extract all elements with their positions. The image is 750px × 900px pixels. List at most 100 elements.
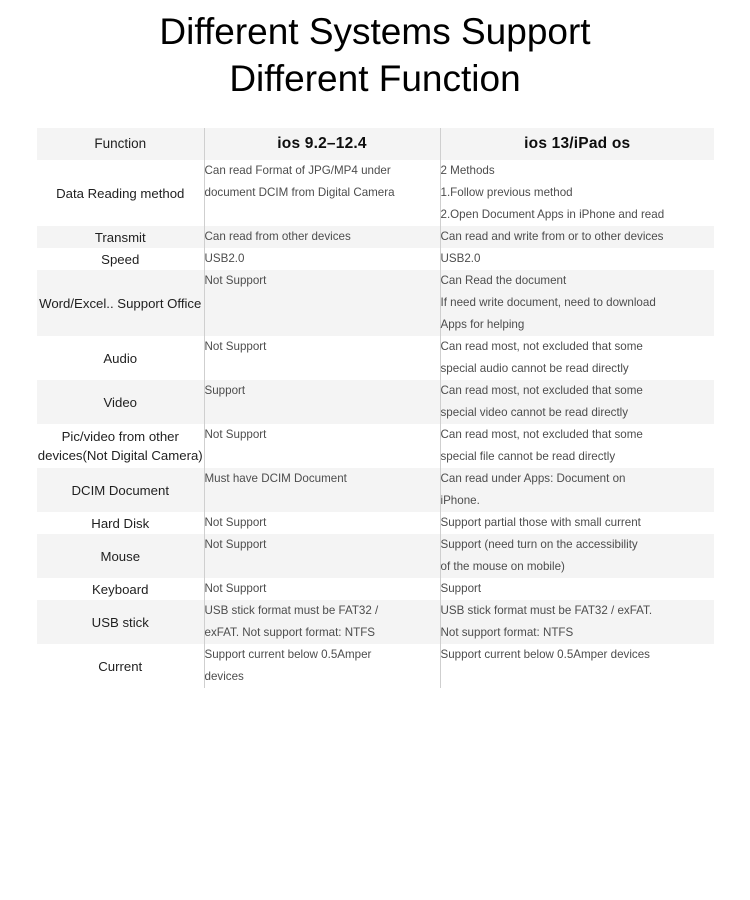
page-title-line-1: Different Systems Support — [159, 11, 591, 52]
cell-line: Can read Format of JPG/MP4 under — [204, 164, 391, 177]
cell-line: Not support format: NTFS — [440, 626, 574, 639]
column-header-ios-legacy: ios 9.2–12.4 — [203, 128, 440, 160]
cell-function: Video — [37, 380, 204, 424]
cell-function: Transmit — [37, 226, 204, 248]
cell-line: document DCIM from Digital Camera — [204, 186, 395, 199]
cell-line: USB stick format must be FAT32 / — [204, 604, 379, 617]
cell-function: USB stick — [37, 600, 204, 644]
cell-new: Can read under Apps: Document on iPhone. — [439, 468, 714, 512]
cell-function: Keyboard — [37, 578, 204, 600]
cell-old: Not Support — [203, 512, 440, 534]
cell-old: Not Support — [203, 424, 440, 468]
table-row: Keyboard Not Support Support — [37, 578, 714, 600]
cell-old: Not Support — [203, 534, 440, 578]
cell-old: Can read Format of JPG/MP4 under document… — [203, 160, 440, 226]
cell-line: USB stick format must be FAT32 / exFAT. — [440, 604, 653, 617]
cell-function: Pic/video from other devices(Not Digital… — [37, 424, 204, 468]
cell-function: Data Reading method — [37, 160, 204, 226]
cell-new: Support (need turn on the accessibility o… — [439, 534, 714, 578]
cell-line: 2 Methods — [440, 164, 495, 177]
cell-line: Support partial those with small current — [440, 516, 641, 529]
cell-line: Not Support — [204, 274, 267, 287]
cell-line: Can read under Apps: Document on — [440, 472, 626, 485]
cell-line: special video cannot be read directly — [440, 406, 629, 419]
cell-function: Audio — [37, 336, 204, 380]
cell-old: Not Support — [203, 270, 440, 336]
cell-old: Not Support — [203, 578, 440, 600]
cell-line: Support current below 0.5Amper devices — [440, 648, 650, 661]
cell-new: USB2.0 — [439, 248, 714, 270]
cell-function: Hard Disk — [37, 512, 204, 534]
comparison-table: Function ios 9.2–12.4 ios 13/iPad os Dat… — [37, 128, 714, 688]
cell-line: If need write document, need to download — [440, 296, 656, 309]
table-row: Video Support Can read most, not excluded … — [37, 380, 714, 424]
cell-line: Can read most, not excluded that some — [440, 340, 643, 353]
table-row: Word/Excel.. Support Office Not Support Ca… — [37, 270, 714, 336]
cell-line: special audio cannot be read directly — [440, 362, 629, 375]
cell-line: Support — [204, 384, 246, 397]
cell-function: Mouse — [37, 534, 204, 578]
cell-line: exFAT. Not support format: NTFS — [204, 626, 376, 639]
cell-line: Can Read the document — [440, 274, 567, 287]
cell-old: Not Support — [203, 336, 440, 380]
column-header-function: Function — [37, 128, 204, 160]
cell-line: Can read most, not excluded that some — [440, 384, 643, 397]
cell-line: Not Support — [204, 538, 267, 551]
comparison-table-container: Function ios 9.2–12.4 ios 13/iPad os Dat… — [37, 128, 714, 900]
cell-new: Support current below 0.5Amper devices — [439, 644, 714, 688]
table-row: Data Reading method Can read Format of JP… — [37, 160, 714, 226]
cell-new: Can read most, not excluded that some spe… — [439, 424, 714, 468]
cell-old: Support current below 0.5Amper devices — [203, 644, 440, 688]
cell-new: 2 Methods 1.Follow previous method 2.Open … — [439, 160, 714, 226]
cell-new: Support partial those with small current — [439, 512, 714, 534]
cell-line: Not Support — [204, 428, 267, 441]
page-title: Different Systems Support Different Func… — [0, 0, 750, 102]
table-header: Function ios 9.2–12.4 ios 13/iPad os — [37, 128, 714, 160]
cell-line: 1.Follow previous method — [440, 186, 573, 199]
table-row: Transmit Can read from other devices Can r… — [37, 226, 714, 248]
cell-line: Not Support — [204, 516, 267, 529]
table-row: Speed USB2.0 USB2.0 — [37, 248, 714, 270]
cell-function: DCIM Document — [37, 468, 204, 512]
cell-function: Current — [37, 644, 204, 688]
cell-line: Can read from other devices — [204, 230, 351, 243]
cell-old: Must have DCIM Document — [203, 468, 440, 512]
cell-line: of the mouse on mobile) — [440, 560, 565, 573]
cell-line: Can read most, not excluded that some — [440, 428, 643, 441]
cell-line: Support — [440, 582, 482, 595]
cell-function: Word/Excel.. Support Office — [37, 270, 204, 336]
cell-new: Can read most, not excluded that some spe… — [439, 380, 714, 424]
cell-line: 2.Open Document Apps in iPhone and read — [440, 208, 665, 221]
table-row: Current Support current below 0.5Amper dev… — [37, 644, 714, 688]
cell-line: USB2.0 — [204, 252, 245, 265]
cell-function: Speed — [37, 248, 204, 270]
cell-old: USB stick format must be FAT32 / exFAT. N… — [203, 600, 440, 644]
comparison-infographic: Different Systems Support Different Func… — [0, 0, 750, 900]
cell-line: Support current below 0.5Amper — [204, 648, 372, 661]
cell-line: Must have DCIM Document — [204, 472, 347, 485]
cell-new: Support — [439, 578, 714, 600]
cell-line: Not Support — [204, 340, 267, 353]
table-row: Mouse Not Support Support (need turn on th… — [37, 534, 714, 578]
cell-line: Apps for helping — [440, 318, 525, 331]
cell-new: Can read most, not excluded that some spe… — [439, 336, 714, 380]
cell-line: iPhone. — [440, 494, 480, 507]
table-row: DCIM Document Must have DCIM Document Can … — [37, 468, 714, 512]
cell-old: USB2.0 — [203, 248, 440, 270]
cell-line: devices — [204, 670, 244, 683]
cell-new: Can Read the document If need write docum… — [439, 270, 714, 336]
table-row: Pic/video from other devices(Not Digital… — [37, 424, 714, 468]
table-row: USB stick USB stick format must be FAT32 … — [37, 600, 714, 644]
cell-new: USB stick format must be FAT32 / exFAT. N… — [439, 600, 714, 644]
cell-old: Support — [203, 380, 440, 424]
cell-line: Support (need turn on the accessibility — [440, 538, 638, 551]
cell-old: Can read from other devices — [203, 226, 440, 248]
cell-line: special file cannot be read directly — [440, 450, 616, 463]
page-title-line-2: Different Function — [229, 58, 521, 99]
cell-new: Can read and write from or to other devi… — [439, 226, 714, 248]
table-row: Hard Disk Not Support Support partial thos… — [37, 512, 714, 534]
table-body: Data Reading method Can read Format of JP… — [37, 160, 714, 688]
table-header-row: Function ios 9.2–12.4 ios 13/iPad os — [37, 128, 714, 160]
cell-line: Can read and write from or to other devi… — [440, 230, 664, 243]
cell-line: USB2.0 — [440, 252, 481, 265]
